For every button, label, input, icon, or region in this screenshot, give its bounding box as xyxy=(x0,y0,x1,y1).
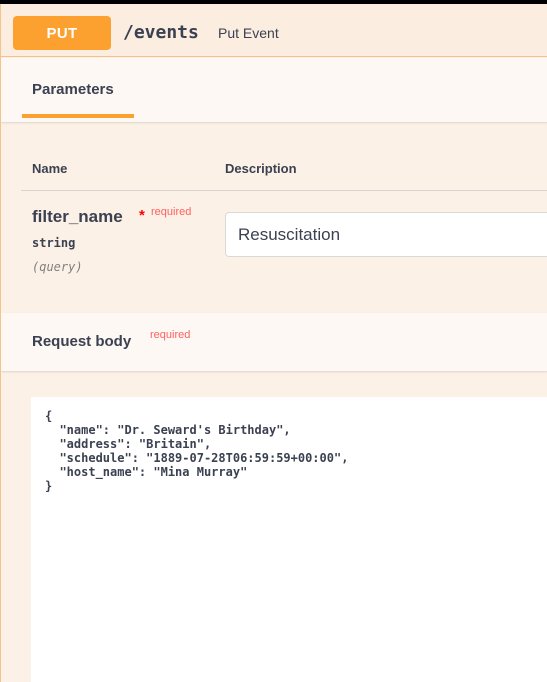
required-marker: * xyxy=(139,207,145,224)
operation-summary-text: Put Event xyxy=(218,25,279,41)
request-body-editor[interactable]: { "name": "Dr. Seward's Birthday", "addr… xyxy=(31,397,547,682)
tab-parameters[interactable]: Parameters xyxy=(32,81,114,98)
operation-block: PUT /events Put Event Parameters Name De… xyxy=(0,4,547,682)
tab-active-indicator xyxy=(22,114,134,118)
operation-summary[interactable]: PUT /events Put Event xyxy=(1,4,547,57)
request-body-required-label: required xyxy=(150,329,191,341)
method-badge: PUT xyxy=(13,16,111,50)
column-header-description: Description xyxy=(225,161,297,176)
request-body-header: Request body required xyxy=(1,313,547,371)
parameters-section-header: Parameters xyxy=(1,58,547,122)
operation-path: /events xyxy=(123,22,199,43)
filter-name-input[interactable] xyxy=(225,212,547,257)
param-location: (query) xyxy=(32,260,83,274)
required-label: required xyxy=(151,206,192,218)
param-name: filter_name xyxy=(32,207,123,226)
column-header-name: Name xyxy=(32,161,68,176)
param-type: string xyxy=(32,236,76,250)
table-header-divider xyxy=(21,190,547,191)
request-body-title: Request body xyxy=(32,333,132,350)
